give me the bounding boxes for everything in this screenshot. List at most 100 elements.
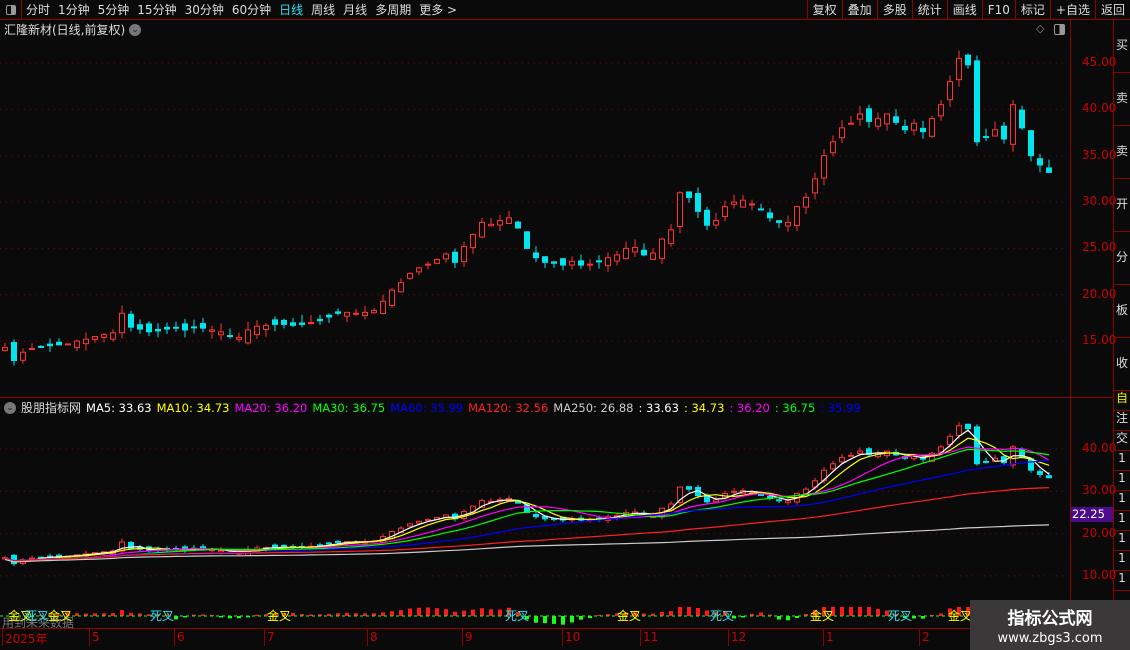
candle	[461, 246, 467, 263]
time-tick	[264, 628, 265, 646]
price-tick-label: 45.00	[1082, 55, 1117, 69]
candle	[749, 203, 755, 206]
side-tab[interactable]: 1	[1114, 571, 1130, 591]
momentum-bar-up	[687, 607, 691, 616]
side-tab[interactable]: 板	[1114, 285, 1130, 338]
watermark: 指标公式网 www.zbgs3.com	[970, 600, 1130, 650]
candle	[173, 326, 179, 329]
candle	[20, 351, 26, 361]
momentum-bar-down	[570, 616, 574, 623]
candle	[902, 125, 908, 131]
side-tab[interactable]: 开	[1114, 179, 1130, 232]
ma20-line	[4, 446, 1050, 562]
side-tab[interactable]: 1	[1114, 491, 1130, 511]
candle	[299, 322, 305, 325]
time-tick	[2, 628, 3, 646]
momentum-bar-up	[759, 612, 763, 616]
momentum-bar-up	[669, 610, 673, 616]
price-tick-label: 35.00	[1082, 147, 1117, 162]
time-label: 7	[267, 630, 275, 644]
chevron-down-icon[interactable]: ⌄	[4, 401, 16, 414]
mini-candle	[407, 523, 413, 527]
candle	[56, 341, 62, 346]
candle	[407, 272, 413, 279]
candle	[1001, 125, 1007, 140]
candle	[47, 343, 53, 347]
indicator-tick-label: 40.00	[1082, 441, 1117, 455]
right-side-tabs: 买卖卖开分板收自注交1111111	[1113, 20, 1130, 630]
candle	[992, 129, 998, 137]
candle	[983, 136, 989, 139]
candle	[317, 318, 323, 322]
mini-candle	[731, 490, 737, 493]
candle	[929, 118, 935, 137]
candle	[857, 113, 863, 120]
candle	[911, 122, 917, 131]
time-label: 11	[643, 630, 659, 644]
ma-value: MA250: 26.88	[553, 400, 634, 415]
side-tab[interactable]: 自	[1114, 391, 1130, 411]
candle	[155, 328, 161, 332]
side-tab[interactable]: 1	[1114, 471, 1130, 491]
candle	[452, 251, 458, 263]
candle	[1046, 167, 1052, 173]
mini-candle	[965, 423, 971, 430]
time-tick	[174, 628, 175, 646]
candle	[731, 201, 737, 205]
price-tick-label: 25.00	[1082, 240, 1117, 255]
side-tab[interactable]: 卖	[1114, 73, 1130, 126]
death-cross-label: 死叉	[888, 609, 913, 623]
side-tab[interactable]: 收	[1114, 338, 1130, 391]
indicator-name[interactable]: 股朋指标网	[21, 399, 81, 416]
ma-value: MA120: 32.56	[468, 400, 549, 415]
side-tab[interactable]: 1	[1114, 451, 1130, 471]
momentum-bar-up	[471, 609, 475, 616]
ma-value: MA10: 34.73	[156, 400, 230, 415]
side-tab[interactable]: 交	[1114, 431, 1130, 451]
candle	[362, 311, 368, 317]
candle	[506, 217, 512, 225]
price-axis-line	[1070, 20, 1071, 630]
side-tab[interactable]: 卖	[1114, 126, 1130, 179]
candle	[38, 345, 44, 348]
candle	[83, 338, 89, 345]
mini-candle	[326, 542, 332, 545]
time-tick	[919, 628, 920, 646]
death-cross-label: 死叉	[150, 609, 175, 623]
candle	[659, 238, 665, 259]
candle	[371, 310, 377, 314]
indicator-tick-label: 10.00	[1082, 567, 1117, 582]
candle	[794, 206, 800, 227]
candle	[803, 196, 809, 208]
momentum-bar-up	[435, 608, 439, 616]
side-tab[interactable]: 分	[1114, 232, 1130, 285]
candle	[650, 252, 656, 260]
candle	[227, 335, 233, 338]
panel-divider	[0, 397, 1113, 398]
side-tab[interactable]: 1	[1114, 531, 1130, 551]
time-tick	[462, 628, 463, 646]
time-tick	[823, 628, 824, 646]
momentum-bar-up	[381, 612, 385, 616]
momentum-bar-down	[534, 616, 538, 623]
watermark-url: www.zbgs3.com	[997, 631, 1103, 646]
mini-candle	[758, 493, 764, 496]
candle	[344, 311, 350, 317]
candle	[704, 209, 710, 226]
candle	[893, 116, 899, 123]
side-tab[interactable]: 1	[1114, 551, 1130, 571]
side-tab[interactable]: 注	[1114, 411, 1130, 431]
ma-value: MA30: 36.75	[312, 400, 386, 415]
candle	[254, 325, 260, 336]
candle	[677, 192, 683, 228]
candle	[884, 113, 890, 125]
side-tab[interactable]: 买	[1114, 20, 1130, 73]
candle	[542, 256, 548, 263]
ma-legend: ⌄ 股朋指标网 MA5: 33.63 MA10: 34.73 MA20: 36.20…	[4, 399, 861, 416]
momentum-bar-down	[552, 616, 556, 624]
candle	[479, 221, 485, 238]
candle	[137, 324, 143, 330]
ma-value: : 33.63	[638, 400, 679, 415]
side-tab[interactable]: 1	[1114, 511, 1130, 531]
candle	[245, 329, 251, 344]
